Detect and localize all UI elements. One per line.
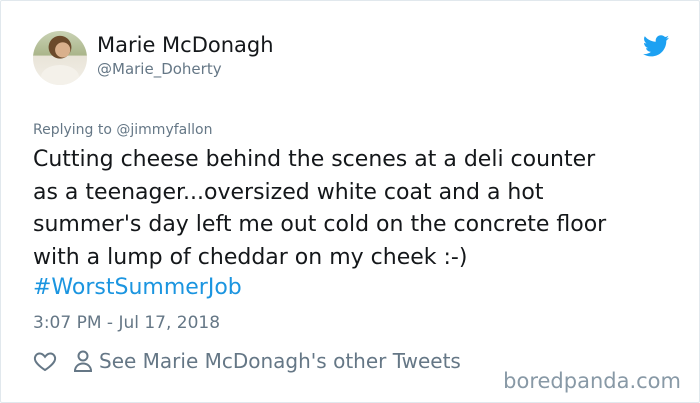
avatar[interactable] xyxy=(33,31,87,85)
heart-icon[interactable] xyxy=(33,349,57,373)
tweet-actions: See Marie McDonagh's other Tweets xyxy=(33,347,461,375)
display-name[interactable]: Marie McDonagh xyxy=(97,33,274,57)
user-handle[interactable]: @Marie_Doherty xyxy=(97,60,222,78)
replying-to: Replying to @jimmyfallon xyxy=(33,122,212,138)
twitter-bird-icon[interactable] xyxy=(643,35,669,57)
tweet-card: Marie McDonagh @Marie_Doherty Replying t… xyxy=(0,0,700,403)
watermark: boredpanda.com xyxy=(503,369,681,393)
see-other-tweets-link[interactable]: See Marie McDonagh's other Tweets xyxy=(99,349,461,373)
replying-to-link[interactable]: @jimmyfallon xyxy=(116,122,212,138)
tweet-text: Cutting cheese behind the scenes at a de… xyxy=(33,147,607,270)
hashtag-link[interactable]: #WorstSummerJob xyxy=(33,275,242,300)
replying-to-prefix: Replying to xyxy=(33,122,117,138)
tweet-timestamp[interactable]: 3:07 PM - Jul 17, 2018 xyxy=(33,313,220,333)
avatar-figure xyxy=(41,65,79,85)
person-icon[interactable] xyxy=(73,350,93,372)
